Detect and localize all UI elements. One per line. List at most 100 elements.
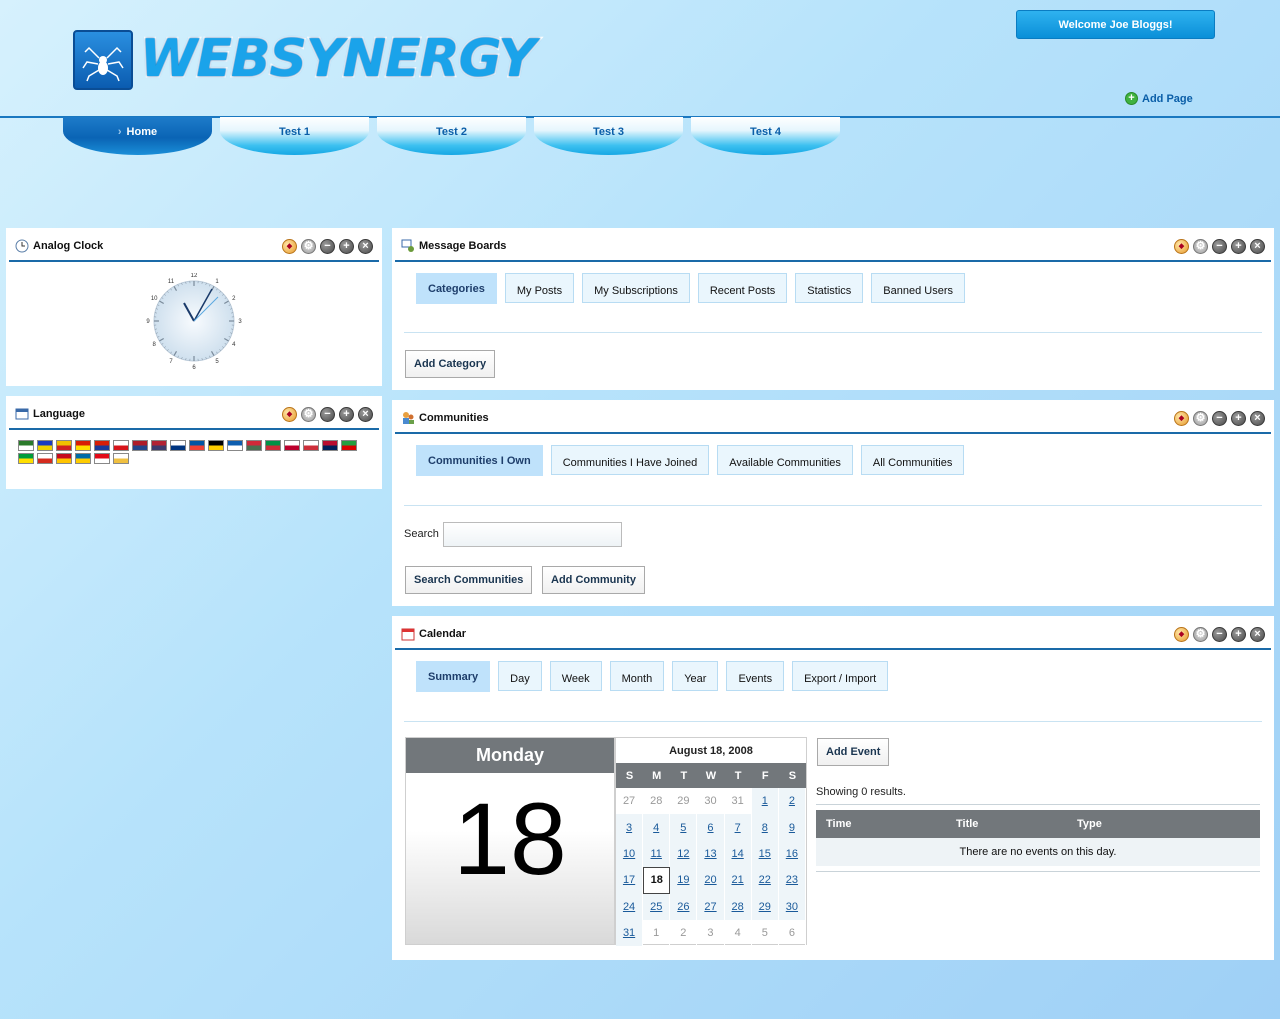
- welcome-badge[interactable]: Welcome Joe Bloggs!: [1016, 10, 1215, 39]
- day-cell[interactable]: 16: [778, 840, 806, 868]
- logo-icon[interactable]: [73, 30, 133, 90]
- cal-tab-month[interactable]: Month: [609, 661, 665, 691]
- configuration-icon[interactable]: ⚙: [301, 407, 316, 422]
- add-event-button[interactable]: Add Event: [817, 738, 890, 766]
- co-tab-communities-i-own[interactable]: Communities I Own: [416, 445, 543, 476]
- minimize-icon[interactable]: −: [1212, 411, 1227, 426]
- day-cell[interactable]: 13: [697, 840, 725, 868]
- nav-item-home[interactable]: Home: [63, 117, 212, 155]
- day-cell[interactable]: 10: [616, 840, 644, 868]
- cal-tab-day[interactable]: Day: [498, 661, 542, 691]
- maximize-icon[interactable]: +: [1231, 239, 1246, 254]
- nav-item-test-1[interactable]: Test 1: [220, 117, 369, 155]
- cal-tab-year[interactable]: Year: [672, 661, 719, 691]
- mb-tab-my-subscriptions[interactable]: My Subscriptions: [582, 273, 690, 303]
- day-cell[interactable]: 31: [616, 919, 644, 947]
- co-tab-communities-i-have-joined[interactable]: Communities I Have Joined: [550, 445, 710, 475]
- flag-hu-icon[interactable]: [246, 440, 262, 451]
- minimize-icon[interactable]: −: [1212, 627, 1227, 642]
- flag-ja-icon[interactable]: [284, 440, 300, 451]
- flag-ar-icon[interactable]: [18, 440, 34, 451]
- flag-ca-ad-icon[interactable]: [37, 440, 53, 451]
- cal-tab-week[interactable]: Week: [549, 661, 602, 691]
- day-cell[interactable]: 12: [670, 840, 698, 868]
- maximize-icon[interactable]: +: [339, 239, 354, 254]
- minimize-icon[interactable]: −: [1212, 239, 1227, 254]
- day-cell[interactable]: 14: [724, 840, 752, 868]
- flag-nb-icon[interactable]: [322, 440, 338, 451]
- flag-el-icon[interactable]: [227, 440, 243, 451]
- day-cell[interactable]: 17: [616, 867, 644, 894]
- cal-tab-events[interactable]: Events: [726, 661, 785, 691]
- flag-en-us-icon[interactable]: [151, 440, 167, 451]
- day-cell[interactable]: 15: [751, 840, 779, 868]
- flag-fi-icon[interactable]: [170, 440, 186, 451]
- co-tab-available-communities[interactable]: Available Communities: [717, 445, 853, 475]
- flag-cs-icon[interactable]: [113, 440, 129, 451]
- close-icon[interactable]: ×: [358, 239, 373, 254]
- close-icon[interactable]: ×: [1250, 239, 1265, 254]
- flag-ko-icon[interactable]: [303, 440, 319, 451]
- day-cell[interactable]: 26: [670, 893, 698, 920]
- look-and-feel-icon[interactable]: ◆: [282, 239, 297, 254]
- flag-sv-icon[interactable]: [75, 453, 91, 464]
- day-cell[interactable]: 27: [697, 893, 725, 920]
- mb-tab-categories[interactable]: Categories: [416, 273, 497, 304]
- flag-tr-icon[interactable]: [94, 453, 110, 464]
- day-cell[interactable]: 4: [643, 814, 671, 841]
- flag-zh-cn-icon[interactable]: [75, 440, 91, 451]
- day-cell[interactable]: 24: [616, 893, 644, 920]
- day-cell[interactable]: 19: [670, 867, 698, 894]
- day-cell[interactable]: 8: [751, 814, 779, 841]
- maximize-icon[interactable]: +: [1231, 627, 1246, 642]
- configuration-icon[interactable]: ⚙: [1193, 411, 1208, 426]
- day-cell[interactable]: 2: [778, 788, 806, 815]
- maximize-icon[interactable]: +: [1231, 411, 1246, 426]
- day-cell[interactable]: 29: [751, 893, 779, 920]
- flag-ru-icon[interactable]: [37, 453, 53, 464]
- co-tab-all-communities[interactable]: All Communities: [860, 445, 965, 475]
- day-cell[interactable]: 11: [643, 840, 671, 868]
- day-cell[interactable]: 6: [697, 814, 725, 841]
- day-cell[interactable]: 21: [724, 867, 752, 894]
- day-cell[interactable]: 28: [724, 893, 752, 920]
- day-cell[interactable]: 9: [778, 814, 806, 841]
- minimize-icon[interactable]: −: [320, 239, 335, 254]
- configuration-icon[interactable]: ⚙: [301, 239, 316, 254]
- nav-item-test-2[interactable]: Test 2: [377, 117, 526, 155]
- search-input[interactable]: [443, 522, 622, 547]
- cal-tab-summary[interactable]: Summary: [416, 661, 491, 692]
- look-and-feel-icon[interactable]: ◆: [1174, 627, 1189, 642]
- flag-ca-es-icon[interactable]: [56, 440, 72, 451]
- flag-fa-icon[interactable]: [341, 440, 357, 451]
- day-cell[interactable]: 5: [670, 814, 698, 841]
- search-communities-button[interactable]: Search Communities: [405, 566, 533, 594]
- nav-item-test-4[interactable]: Test 4: [691, 117, 840, 155]
- maximize-icon[interactable]: +: [339, 407, 354, 422]
- close-icon[interactable]: ×: [1250, 627, 1265, 642]
- look-and-feel-icon[interactable]: ◆: [1174, 411, 1189, 426]
- day-cell[interactable]: 7: [724, 814, 752, 841]
- look-and-feel-icon[interactable]: ◆: [1174, 239, 1189, 254]
- flag-nl-icon[interactable]: [132, 440, 148, 451]
- day-cell-today[interactable]: 18: [643, 867, 671, 894]
- day-cell[interactable]: 1: [751, 788, 779, 815]
- add-community-button[interactable]: Add Community: [542, 566, 645, 594]
- nav-item-test-3[interactable]: Test 3: [534, 117, 683, 155]
- flag-fr-icon[interactable]: [189, 440, 205, 451]
- configuration-icon[interactable]: ⚙: [1193, 239, 1208, 254]
- day-cell[interactable]: 23: [778, 867, 806, 894]
- close-icon[interactable]: ×: [358, 407, 373, 422]
- flag-vi-icon[interactable]: [113, 453, 129, 464]
- flag-de-icon[interactable]: [208, 440, 224, 451]
- close-icon[interactable]: ×: [1250, 411, 1265, 426]
- day-cell[interactable]: 25: [643, 893, 671, 920]
- flag-zh-tw-icon[interactable]: [94, 440, 110, 451]
- add-page-link[interactable]: + Add Page: [1125, 92, 1193, 105]
- minimize-icon[interactable]: −: [320, 407, 335, 422]
- day-cell[interactable]: 20: [697, 867, 725, 894]
- day-cell[interactable]: 22: [751, 867, 779, 894]
- flag-pt-br-icon[interactable]: [18, 453, 34, 464]
- flag-es-icon[interactable]: [56, 453, 72, 464]
- mb-tab-banned-users[interactable]: Banned Users: [871, 273, 966, 303]
